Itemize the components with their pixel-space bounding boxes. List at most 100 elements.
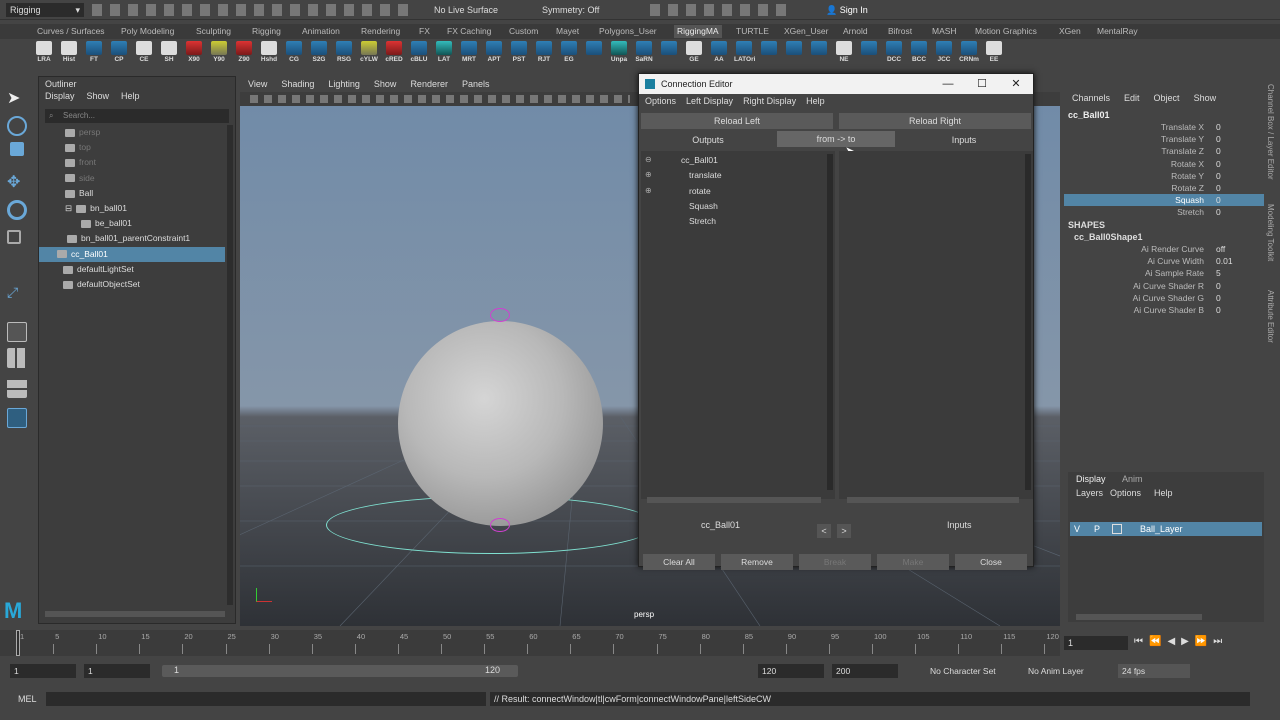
shelf-tab-13[interactable]: XGen_User: [784, 26, 828, 36]
shelf-tab-7[interactable]: FX Caching: [447, 26, 491, 36]
shelf-tab-14[interactable]: Arnold: [843, 26, 868, 36]
shelf-icon-15[interactable]: cBLU: [409, 41, 429, 65]
clear-all-button[interactable]: Clear All: [643, 554, 715, 570]
reload-left-button[interactable]: Reload Left: [641, 113, 833, 129]
move-tool-icon[interactable]: ✥: [7, 172, 27, 192]
shelf-tab-5[interactable]: Rendering: [361, 26, 400, 36]
shelf-icon-38[interactable]: EE: [984, 41, 1004, 65]
right-list-scrollbar[interactable]: [1025, 154, 1031, 490]
channel-attribute-value[interactable]: 0: [1216, 145, 1221, 157]
outliner-row[interactable]: bn_ball01_parentConstraint1: [39, 231, 225, 246]
right-list-hscrollbar[interactable]: [847, 497, 1019, 503]
shelf-icon-19[interactable]: PST: [509, 41, 529, 65]
shelf-icon-10[interactable]: CG: [284, 41, 304, 65]
channel-attribute-value[interactable]: 0: [1216, 194, 1221, 206]
two-view-icon[interactable]: [7, 378, 27, 398]
left-list-item[interactable]: ⊖ cc_Ball01: [639, 155, 819, 169]
outliner-search-input[interactable]: ⌕ Search...: [45, 109, 229, 123]
viewport-menu-lighting[interactable]: Lighting: [328, 76, 360, 92]
shelf-icon-3[interactable]: CP: [109, 41, 129, 65]
single-view-icon[interactable]: [7, 322, 27, 342]
shelf-icon-25[interactable]: [659, 41, 679, 65]
side-tab-attribute-editor[interactable]: Attribute Editor: [1266, 290, 1275, 343]
cb-menu-object[interactable]: Object: [1154, 90, 1180, 106]
ce-menu-options[interactable]: Options: [645, 94, 676, 108]
reload-right-button[interactable]: Reload Right: [839, 113, 1031, 129]
shelf-tab-9[interactable]: Mayet: [556, 26, 579, 36]
make-button[interactable]: Make: [877, 554, 949, 570]
side-tab-modeling-toolkit[interactable]: Modeling Toolkit: [1266, 204, 1275, 261]
channel-attribute-value[interactable]: 0: [1216, 182, 1221, 194]
ce-menu-left-display[interactable]: Left Display: [686, 94, 733, 108]
prev-arrow-button[interactable]: <: [817, 524, 831, 538]
channel-attribute-value[interactable]: 0: [1216, 133, 1221, 145]
shelf-icon-27[interactable]: AA: [709, 41, 729, 65]
shelf-tab-8[interactable]: Custom: [509, 26, 538, 36]
shelf-icon-28[interactable]: LATOri: [734, 41, 755, 65]
script-language-toggle[interactable]: MEL: [18, 694, 37, 704]
channel-attribute-value[interactable]: 0.01: [1216, 255, 1233, 267]
channel-attribute-row[interactable]: Translate Y 0: [1064, 133, 1264, 145]
break-button[interactable]: Break: [799, 554, 871, 570]
render-tool-icons[interactable]: [650, 4, 790, 16]
current-frame-field[interactable]: 1: [1064, 636, 1128, 650]
outliner-menu-display[interactable]: Display: [45, 91, 75, 105]
remove-button[interactable]: Remove: [721, 554, 793, 570]
shelf-icon-37[interactable]: CRNm: [959, 41, 979, 65]
shelf-tab-10[interactable]: Polygons_User: [599, 26, 657, 36]
shelf-icon-8[interactable]: Z90: [234, 41, 254, 65]
shelf-tab-12[interactable]: TURTLE: [736, 26, 769, 36]
select-tool-icon[interactable]: ➤: [7, 88, 27, 108]
shelf-icon-0[interactable]: LRA: [34, 41, 54, 65]
outliner-row[interactable]: side: [39, 171, 225, 186]
scale-tool-icon[interactable]: [7, 230, 21, 244]
cb-menu-edit[interactable]: Edit: [1124, 90, 1140, 106]
shelf-icon-30[interactable]: [784, 41, 804, 65]
left-list-item[interactable]: ⊕ rotate: [639, 186, 819, 200]
shelf-icon-31[interactable]: [809, 41, 829, 65]
shelf-tab-0[interactable]: Curves / Surfaces: [37, 26, 105, 36]
minimize-icon[interactable]: —: [931, 74, 965, 94]
channel-attribute-row[interactable]: Rotate Z 0: [1064, 182, 1264, 194]
shelf-icon-23[interactable]: Unpa: [609, 41, 629, 65]
direction-toggle-button[interactable]: from -> to: [777, 131, 895, 147]
shelf-icon-21[interactable]: EG: [559, 41, 579, 65]
lasso-tool-icon[interactable]: [7, 116, 27, 136]
channel-attribute-value[interactable]: 0: [1216, 280, 1221, 292]
channel-attribute-row[interactable]: Ai Render Curve off: [1064, 243, 1264, 255]
viewport-menu-renderer[interactable]: Renderer: [410, 76, 448, 92]
shelf-icon-13[interactable]: cYLW: [359, 41, 379, 65]
outliner-row[interactable]: front: [39, 155, 225, 170]
command-input[interactable]: [46, 692, 486, 706]
viewport-menu-panels[interactable]: Panels: [462, 76, 490, 92]
left-list-hscrollbar[interactable]: [647, 497, 821, 503]
shelf-icon-29[interactable]: [759, 41, 779, 65]
shelf-tab-19[interactable]: MentalRay: [1097, 26, 1138, 36]
layer-visibility-toggle[interactable]: V: [1074, 522, 1080, 536]
ce-menu-help[interactable]: Help: [806, 94, 825, 108]
viewport-menu-view[interactable]: View: [248, 76, 267, 92]
shelf-icon-32[interactable]: NE: [834, 41, 854, 65]
side-tab-channel-box[interactable]: Channel Box / Layer Editor: [1266, 84, 1275, 180]
fps-dropdown[interactable]: 24 fps: [1118, 664, 1190, 678]
shelf-icon-5[interactable]: SH: [159, 41, 179, 65]
shelf-icon-17[interactable]: MRT: [459, 41, 479, 65]
shelf-tab-1[interactable]: Poly Modeling: [121, 26, 174, 36]
shelf-tab-4[interactable]: Animation: [302, 26, 340, 36]
channel-attribute-row[interactable]: Translate X 0: [1064, 121, 1264, 133]
shelf-icon-11[interactable]: S2G: [309, 41, 329, 65]
layer-menu-help[interactable]: Help: [1154, 488, 1173, 498]
channel-attribute-value[interactable]: 0: [1216, 121, 1221, 133]
outliner-row[interactable]: defaultObjectSet: [39, 277, 225, 292]
maximize-icon[interactable]: ☐: [965, 74, 999, 94]
shelf-icon-24[interactable]: SaRN: [634, 41, 654, 65]
channel-attribute-row[interactable]: Ai Curve Shader R 0: [1064, 280, 1264, 292]
outliner-scrollbar[interactable]: [227, 125, 233, 605]
expand-toggle-icon[interactable]: ⊕: [645, 170, 652, 179]
outliner-layout-icon[interactable]: [7, 408, 27, 428]
layer-hscrollbar[interactable]: [1076, 614, 1202, 620]
channel-attribute-value[interactable]: 0: [1216, 170, 1221, 182]
shelf-icon-2[interactable]: FT: [84, 41, 104, 65]
rotate-tool-icon[interactable]: [7, 200, 27, 220]
last-tool-icon[interactable]: ⤢: [7, 284, 27, 304]
